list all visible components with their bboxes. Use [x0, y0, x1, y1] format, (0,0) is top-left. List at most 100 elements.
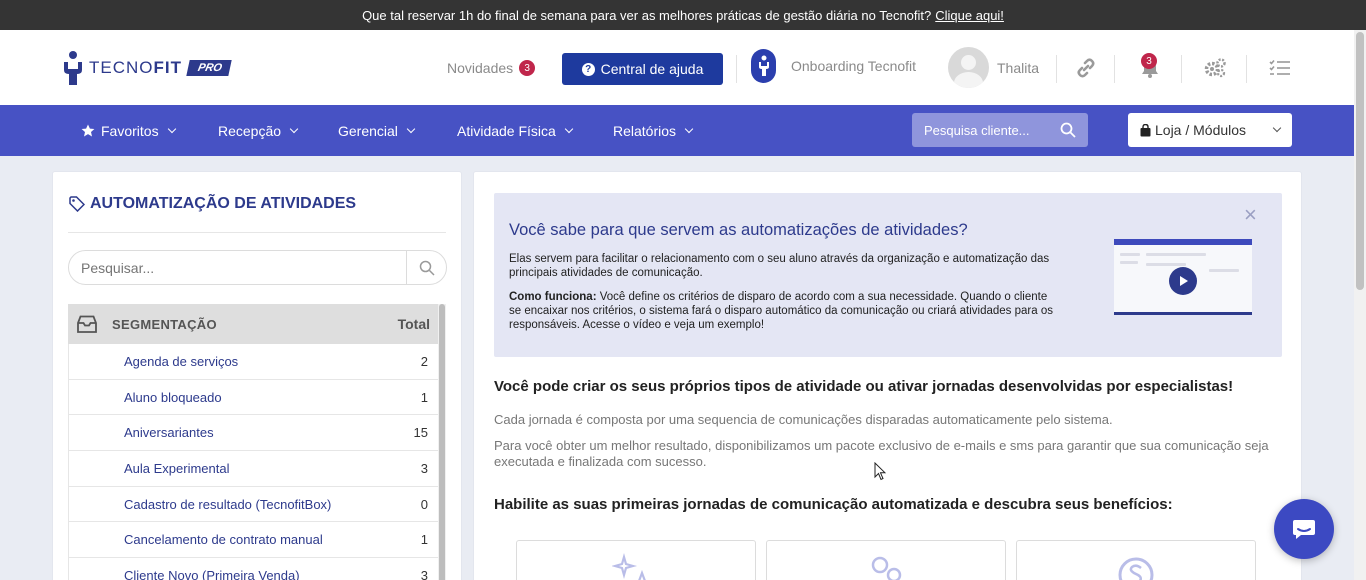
- search-icon: [419, 260, 435, 276]
- segmentation-header: SEGMENTAÇÃO: [112, 316, 217, 332]
- store-modules-dropdown[interactable]: Loja / Módulos: [1128, 113, 1292, 147]
- user-name: Thalita: [997, 59, 1040, 76]
- row-count: 15: [413, 425, 428, 441]
- tecnofit-logo[interactable]: TECNOFIT PRO: [61, 50, 232, 86]
- search-input[interactable]: [69, 251, 407, 284]
- user-menu[interactable]: Thalita: [948, 47, 1039, 88]
- row-count: 2: [420, 353, 428, 369]
- logo-person-icon: [64, 51, 82, 85]
- table-row[interactable]: Agenda de serviços 2: [68, 344, 438, 380]
- users-icon: [871, 556, 902, 580]
- dollar-icon: [1118, 557, 1154, 580]
- novidades-link[interactable]: Novidades 3: [447, 60, 536, 76]
- panel-title-text: AUTOMATIZAÇÃO DE ATIVIDADES: [90, 195, 357, 212]
- video-thumbnail[interactable]: [1114, 239, 1252, 315]
- info-box: Você sabe para que servem as automatizaç…: [494, 193, 1282, 357]
- thumbnail-line: [1209, 269, 1239, 272]
- shopping-bag-icon: [1140, 123, 1151, 136]
- page-scrollbar[interactable]: [1354, 30, 1366, 580]
- checklist-icon[interactable]: [1269, 57, 1291, 79]
- section-heading: Você pode criar os seus próprios tipos d…: [494, 378, 1234, 395]
- scrollbar-thumb[interactable]: [1356, 32, 1364, 290]
- gears-icon[interactable]: [1204, 57, 1226, 79]
- table-row[interactable]: Aluno bloqueado 1: [68, 379, 438, 416]
- section-text: Para você obter um melhor resultado, dis…: [494, 438, 1269, 469]
- row-label[interactable]: Cadastro de resultado (TecnofitBox): [124, 497, 331, 512]
- onboarding-link[interactable]: Onboarding Tecnofit: [751, 49, 916, 83]
- table-row[interactable]: Cancelamento de contrato manual 1: [68, 522, 438, 559]
- thumbnail-line: [1146, 263, 1186, 266]
- nav-label: Gerencial: [338, 122, 398, 139]
- journey-card[interactable]: [766, 540, 1006, 580]
- close-icon[interactable]: ×: [1244, 204, 1257, 226]
- table-row[interactable]: Aula Experimental 3: [68, 451, 438, 487]
- row-label[interactable]: Agenda de serviços: [124, 354, 238, 369]
- divider: [1181, 55, 1182, 83]
- table-row[interactable]: Aniversariantes 15: [68, 415, 438, 452]
- row-label[interactable]: Aniversariantes: [124, 425, 214, 440]
- mouse-cursor-icon: [874, 462, 886, 481]
- nav-label: Relatórios: [613, 122, 677, 139]
- segmentation-table: SEGMENTAÇÃO Total Agenda de serviços 2 Al…: [68, 304, 438, 580]
- chevron-down-icon: [167, 124, 176, 133]
- help-center-button[interactable]: ? Central de ajuda: [562, 53, 723, 85]
- chevron-down-icon: [289, 124, 299, 133]
- divider: [1114, 55, 1115, 83]
- nav-label: Recepção: [218, 122, 282, 139]
- novidades-label: Novidades: [447, 60, 514, 76]
- row-label[interactable]: Aluno bloqueado: [124, 390, 222, 405]
- row-count: 1: [420, 532, 428, 548]
- search-field[interactable]: [68, 250, 447, 285]
- content-panel: Você sabe para que servem as automatizaç…: [473, 171, 1302, 580]
- journey-card[interactable]: [1016, 540, 1256, 580]
- journey-card[interactable]: [516, 540, 756, 580]
- divider: [68, 232, 446, 233]
- info-paragraph: Como funciona: Você define os critérios …: [509, 290, 1059, 332]
- info-title: Você sabe para que servem as automatizaç…: [509, 221, 968, 239]
- divider: [736, 55, 737, 83]
- table-row[interactable]: Cadastro de resultado (TecnofitBox) 0: [68, 486, 438, 523]
- row-label[interactable]: Cliente Novo (Primeira Venda): [124, 568, 300, 580]
- star-icon: [81, 124, 95, 136]
- table-scrollbar[interactable]: [438, 304, 446, 580]
- search-icon[interactable]: [1060, 122, 1076, 138]
- row-count: 3: [420, 460, 428, 476]
- search-button[interactable]: [406, 251, 446, 284]
- main-nav: Favoritos Recepção Gerencial Atividade F…: [0, 105, 1354, 156]
- store-modules-label: Loja / Módulos: [1155, 122, 1247, 138]
- play-icon[interactable]: [1169, 267, 1197, 295]
- onboarding-person-icon: [751, 49, 776, 83]
- divider: [1056, 55, 1057, 83]
- nav-recepcao[interactable]: Recepção: [218, 105, 299, 156]
- client-search-placeholder: Pesquisa cliente...: [924, 122, 1030, 138]
- table-row[interactable]: Cliente Novo (Primeira Venda) 3: [68, 558, 438, 580]
- divider: [1246, 55, 1247, 83]
- automation-sidebar: AUTOMATIZAÇÃO DE ATIVIDADES SEGMENTAÇÃO …: [52, 171, 462, 580]
- inbox-icon: [77, 315, 97, 333]
- nav-gerencial[interactable]: Gerencial: [338, 105, 416, 156]
- thumbnail-bar: [1114, 239, 1252, 245]
- nav-relatorios[interactable]: Relatórios: [613, 105, 694, 156]
- section-heading: Habilite as suas primeiras jornadas de c…: [494, 496, 1173, 513]
- chevron-down-icon: [1272, 123, 1282, 133]
- nav-label: Atividade Física: [457, 122, 556, 139]
- thumbnail-line: [1120, 253, 1140, 256]
- announcement-link[interactable]: Clique aqui!: [935, 8, 1004, 23]
- scrollbar-thumb[interactable]: [439, 304, 445, 580]
- onboarding-label: Onboarding Tecnofit: [791, 58, 917, 74]
- chevron-down-icon: [406, 124, 416, 133]
- logo-pro-badge: PRO: [186, 60, 232, 76]
- nav-favoritos[interactable]: Favoritos: [81, 105, 176, 156]
- chat-button[interactable]: [1274, 499, 1334, 559]
- notifications-badge: 3: [1141, 53, 1157, 69]
- link-icon[interactable]: [1075, 57, 1097, 79]
- sparkle-icon: [612, 553, 646, 580]
- nav-atividade-fisica[interactable]: Atividade Física: [457, 105, 574, 156]
- row-label[interactable]: Aula Experimental: [124, 461, 230, 476]
- thumbnail-line: [1120, 261, 1138, 264]
- row-label[interactable]: Cancelamento de contrato manual: [124, 532, 323, 547]
- client-search-input[interactable]: Pesquisa cliente...: [912, 113, 1088, 147]
- thumbnail-line: [1146, 253, 1206, 256]
- section-text: Cada jornada é composta por uma sequenci…: [494, 412, 1113, 427]
- novidades-badge: 3: [519, 60, 536, 76]
